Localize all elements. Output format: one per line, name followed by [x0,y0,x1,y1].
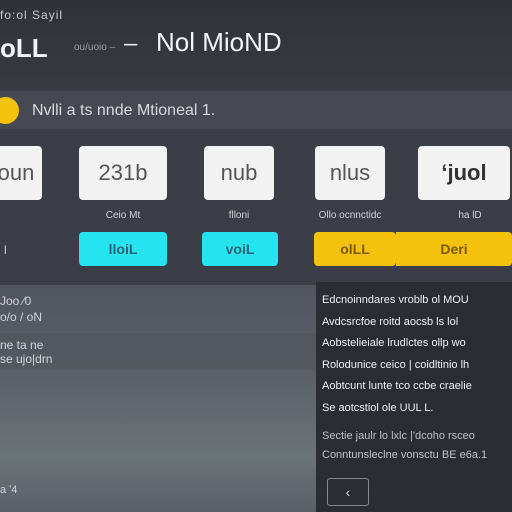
page-title: Nol MioND [156,27,282,57]
title-separator: – [124,30,138,57]
card-4-label: Ollo ocnnctidc [318,210,382,221]
sub-header-text: Nvlli a ts nnde Mtioneal 1. [32,102,216,119]
left-content-panel [0,285,316,512]
card-2-label: Ceio Mt [105,210,141,221]
info-line: Avdcsrcfoe roitd aocsb ls lol [322,316,459,328]
brand-subtext: ou/uoio ‒ [74,42,116,53]
info-line: Edcnoinndares vroblb ol MOU [322,294,469,306]
chevron-left-icon: ‹ [345,484,351,500]
info-footer-line: Sectie jaulr lo lxlc |'dcoho rsceo [322,430,475,442]
left-panel-row: se ujo|drn [0,352,53,366]
action-button-3[interactable]: olLL [314,232,396,266]
info-line: Se aotcstiol ole UUL L. [322,402,434,414]
action-button-4[interactable]: Deri [396,232,512,266]
back-button[interactable]: ‹ [327,478,369,506]
left-panel-footer: a ʹ4 [0,484,18,496]
brand-logo-text: oLL [0,33,48,63]
card-5-label: ha lD [458,210,482,221]
left-panel-row: Joo ⁄0 [0,294,32,308]
info-line: Rolodunice ceico | coidltinio lh [322,359,470,371]
info-line: Aobstelieiale lrudlctes ollp wo [322,337,466,349]
info-line: Aobtcunt lunte tco ccbe craelie [322,380,472,392]
left-tick-mark: l [4,243,7,257]
brand-small-text: fo:ol Sayil [0,8,64,22]
card-1[interactable]: oun [0,146,42,200]
card-5[interactable]: ‘juol [418,146,510,200]
left-panel-row: ne ta ne [0,338,44,352]
card-4[interactable]: nlus [315,146,385,200]
card-3[interactable]: nub [204,146,274,200]
info-footer-line: Conntunsleclne vonsctu BE e6a.1 [322,449,488,461]
action-button-1[interactable]: lloiL [79,232,167,266]
left-panel-row: o/o / oN [0,310,43,324]
action-button-2[interactable]: voiL [202,232,278,266]
card-2[interactable]: 231b [79,146,167,200]
card-3-label: flloni [228,210,250,221]
